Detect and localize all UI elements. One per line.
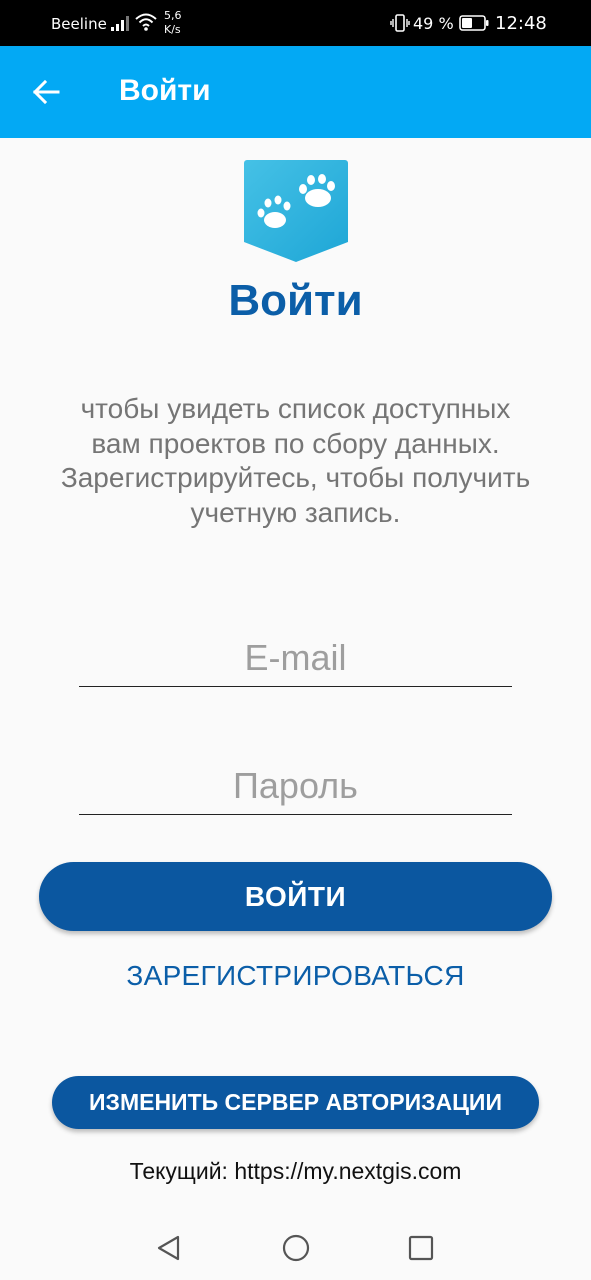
network-speed-unit: K/s — [164, 23, 181, 36]
register-link[interactable]: ЗАРЕГИСТРИРОВАТЬСЯ — [0, 960, 591, 992]
app-bar: Войти — [0, 46, 591, 138]
page-heading: Войти — [228, 276, 363, 325]
wifi-icon — [135, 13, 157, 31]
battery-percent: 49 % — [413, 14, 454, 33]
login-button[interactable]: ВОЙТИ — [39, 862, 552, 931]
network-speed: 5,6 K/s — [164, 9, 182, 37]
paw-prints-icon — [244, 160, 348, 262]
current-server-label: Текущий: https://my.nextgis.com — [129, 1158, 462, 1184]
change-server-button[interactable]: ИЗМЕНИТЬ СЕРВЕР АВТОРИЗАЦИИ — [52, 1076, 539, 1129]
navigation-bar — [0, 1215, 591, 1280]
clock: 12:48 — [495, 13, 547, 34]
nav-home-icon[interactable] — [280, 1232, 312, 1264]
vibrate-icon — [390, 14, 410, 32]
email-field[interactable] — [79, 630, 512, 686]
signal-icon — [111, 16, 129, 31]
email-field-container — [79, 630, 512, 687]
back-button[interactable] — [24, 70, 68, 114]
password-field-container — [79, 758, 512, 815]
password-field[interactable] — [79, 758, 512, 814]
battery-icon — [459, 15, 489, 31]
status-bar: Beeline 5,6 K/s 49 % 12:48 — [0, 0, 591, 46]
nav-back-icon[interactable] — [153, 1232, 185, 1264]
login-description: чтобы увидеть список доступных вам проек… — [60, 393, 531, 528]
nav-recents-icon[interactable] — [405, 1232, 437, 1264]
arrow-left-icon — [32, 79, 60, 105]
app-bar-title: Войти — [119, 74, 211, 107]
carrier-name: Beeline — [51, 15, 107, 33]
network-speed-value: 5,6 — [164, 9, 182, 22]
